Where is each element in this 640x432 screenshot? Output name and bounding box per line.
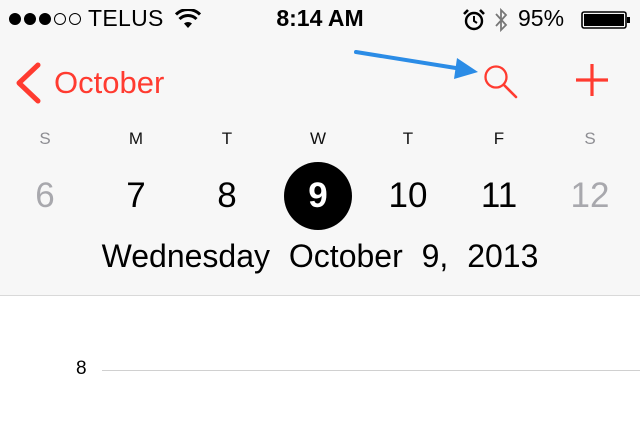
day-of-week-label: M [128, 129, 144, 148]
search-icon[interactable] [481, 62, 521, 102]
day-number-text: 9 [308, 176, 328, 215]
day-number[interactable]: 8 [192, 161, 262, 231]
day-number-text: 12 [570, 176, 610, 215]
selected-full-date: October 9, 2013 [288, 238, 539, 274]
battery-icon [581, 11, 630, 29]
hour-divider [102, 370, 640, 371]
back-button-label: October [54, 65, 165, 100]
day-number-text: 10 [388, 176, 428, 215]
selected-date-title: Wednesday October 9, 2013 [0, 238, 640, 275]
hour-label: 8 [76, 358, 87, 379]
battery-percent: 95% [518, 5, 565, 31]
day-number-text: 11 [480, 176, 518, 215]
day-of-week-label: W [309, 129, 327, 148]
day-number-text: 8 [217, 176, 237, 215]
day-number-text: 6 [35, 176, 55, 215]
back-button[interactable]: October [14, 62, 164, 104]
day-of-week-label: S [39, 129, 51, 148]
calendar-header: TELUS 8:14 AM 95% October S 6 M 7 T 8 W … [0, 0, 640, 296]
plus-icon[interactable] [574, 62, 610, 98]
day-of-week-label: T [221, 129, 233, 148]
day-of-week-label: T [402, 129, 414, 148]
day-number[interactable]: 10 [373, 161, 443, 231]
day-number[interactable]: 12 [555, 161, 625, 231]
status-bar: TELUS 8:14 AM 95% [0, 0, 640, 40]
day-of-week-label: F [493, 129, 505, 148]
day-number[interactable]: 11 [464, 161, 534, 231]
day-number-text: 7 [126, 176, 146, 215]
selected-day[interactable]: 9 [283, 161, 353, 231]
alarm-icon [463, 9, 485, 31]
arrow-annotation [354, 50, 478, 79]
chevron-left-icon [16, 62, 41, 104]
day-of-week-label: S [584, 129, 596, 148]
bluetooth-icon [495, 7, 508, 33]
selected-weekday: Wednesday [101, 238, 271, 274]
day-number[interactable]: 7 [101, 161, 171, 231]
day-number[interactable]: 6 [10, 161, 80, 231]
